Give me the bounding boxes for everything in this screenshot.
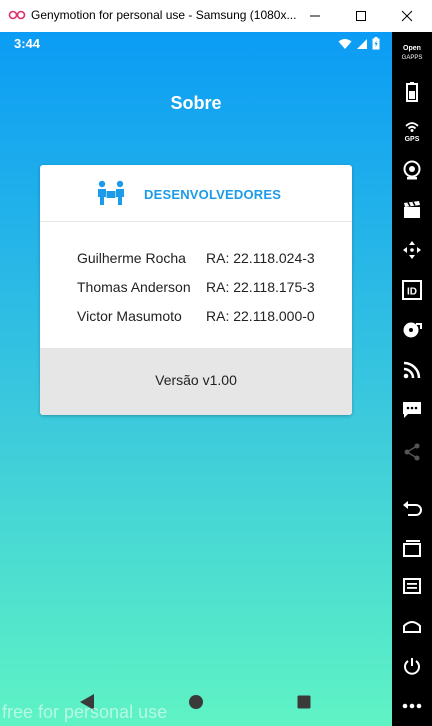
home-circle-icon — [189, 695, 203, 709]
maximize-button[interactable] — [338, 0, 384, 32]
signal-icon — [357, 38, 367, 49]
window-titlebar: Genymotion for personal use - Samsung (1… — [0, 0, 432, 32]
move-arrows-icon — [403, 241, 421, 259]
more-dots-icon — [402, 703, 422, 709]
maximize-icon — [356, 11, 366, 21]
power-icon — [404, 658, 420, 675]
media-capture-button[interactable] — [398, 196, 426, 224]
open-gapps-button[interactable]: Open GAPPS — [398, 38, 426, 66]
home-icon — [403, 621, 421, 633]
developer-name: Guilherme Rocha — [77, 250, 186, 266]
disk-io-button[interactable] — [398, 316, 426, 344]
close-icon — [401, 10, 413, 22]
nav-home-button[interactable] — [184, 690, 208, 714]
page-title: Sobre — [170, 93, 222, 113]
device-id-button[interactable]: ID — [398, 276, 426, 304]
people-carry-icon — [98, 180, 124, 205]
recent-apps-button[interactable] — [398, 534, 426, 562]
developer-ra: RA: 22.118.175-3 — [206, 279, 315, 295]
status-icons — [338, 37, 380, 50]
status-bar: 3:44 — [0, 32, 392, 56]
developer-row: Victor Masumoto RA: 22.118.000-0 — [40, 308, 352, 328]
rss-icon — [403, 361, 421, 379]
battery-icon — [406, 82, 418, 102]
webcam-icon — [403, 160, 421, 180]
personal-use-watermark: free for personal use — [2, 702, 168, 722]
message-icon — [403, 402, 421, 418]
svg-text:GPS: GPS — [405, 136, 420, 143]
battery-button[interactable] — [398, 78, 426, 106]
wifi-icon — [338, 38, 352, 49]
id-card-icon: ID — [402, 280, 422, 300]
svg-text:GAPPS: GAPPS — [402, 55, 423, 61]
home-button[interactable] — [398, 612, 426, 640]
network-button[interactable] — [398, 356, 426, 384]
close-button[interactable] — [384, 0, 430, 32]
developer-row: Guilherme Rocha RA: 22.118.024-3 — [40, 250, 352, 270]
back-button[interactable] — [398, 494, 426, 522]
minimize-icon — [310, 15, 320, 17]
svg-text:ID: ID — [407, 287, 417, 298]
open-gapps-icon: Open GAPPS — [402, 45, 423, 61]
disk-io-icon — [403, 322, 422, 338]
clapperboard-icon — [404, 201, 420, 218]
gps-button[interactable]: GPS — [398, 116, 426, 144]
developer-row: Thomas Anderson RA: 22.118.175-3 — [40, 279, 352, 299]
recent-apps-icon — [403, 540, 421, 557]
sms-button[interactable] — [398, 396, 426, 424]
gps-icon: GPS — [405, 122, 420, 143]
back-arrow-icon — [403, 501, 422, 516]
minimize-button[interactable] — [292, 0, 338, 32]
window-title: Genymotion for personal use - Samsung (1… — [31, 8, 297, 22]
card-header: DESENVOLVEDORES — [40, 165, 352, 222]
developer-name: Thomas Anderson — [77, 279, 191, 295]
developer-ra: RA: 22.118.024-3 — [206, 250, 315, 266]
svg-text:Open: Open — [403, 45, 421, 52]
battery-icon — [372, 37, 380, 50]
status-time: 3:44 — [14, 36, 41, 51]
share-button[interactable] — [398, 438, 426, 466]
version-label: Versão v1.00 — [155, 372, 237, 388]
genymotion-app-icon — [8, 10, 26, 20]
share-icon — [404, 443, 420, 461]
remote-control-button[interactable] — [398, 236, 426, 264]
card-heading: DESENVOLVEDORES — [144, 187, 282, 202]
card-footer: Versão v1.00 — [40, 348, 352, 415]
nav-recents-button[interactable] — [292, 690, 316, 714]
developer-ra: RA: 22.118.000-0 — [206, 308, 315, 324]
power-button[interactable] — [398, 652, 426, 680]
developers-card: DESENVOLVEDORES Guilherme Rocha RA: 22.1… — [40, 165, 352, 415]
webcam-button[interactable] — [398, 156, 426, 184]
developer-name: Victor Masumoto — [77, 308, 182, 324]
recents-square-icon — [297, 695, 311, 709]
phone-screen: 3:44 Sobre DESENVOLVEDORES Guilherme Roc… — [0, 32, 392, 726]
more-options-button[interactable] — [398, 692, 426, 720]
genymotion-toolbar: Open GAPPS GPS ID — [392, 32, 432, 726]
menu-button[interactable] — [398, 572, 426, 600]
menu-icon — [403, 578, 421, 594]
